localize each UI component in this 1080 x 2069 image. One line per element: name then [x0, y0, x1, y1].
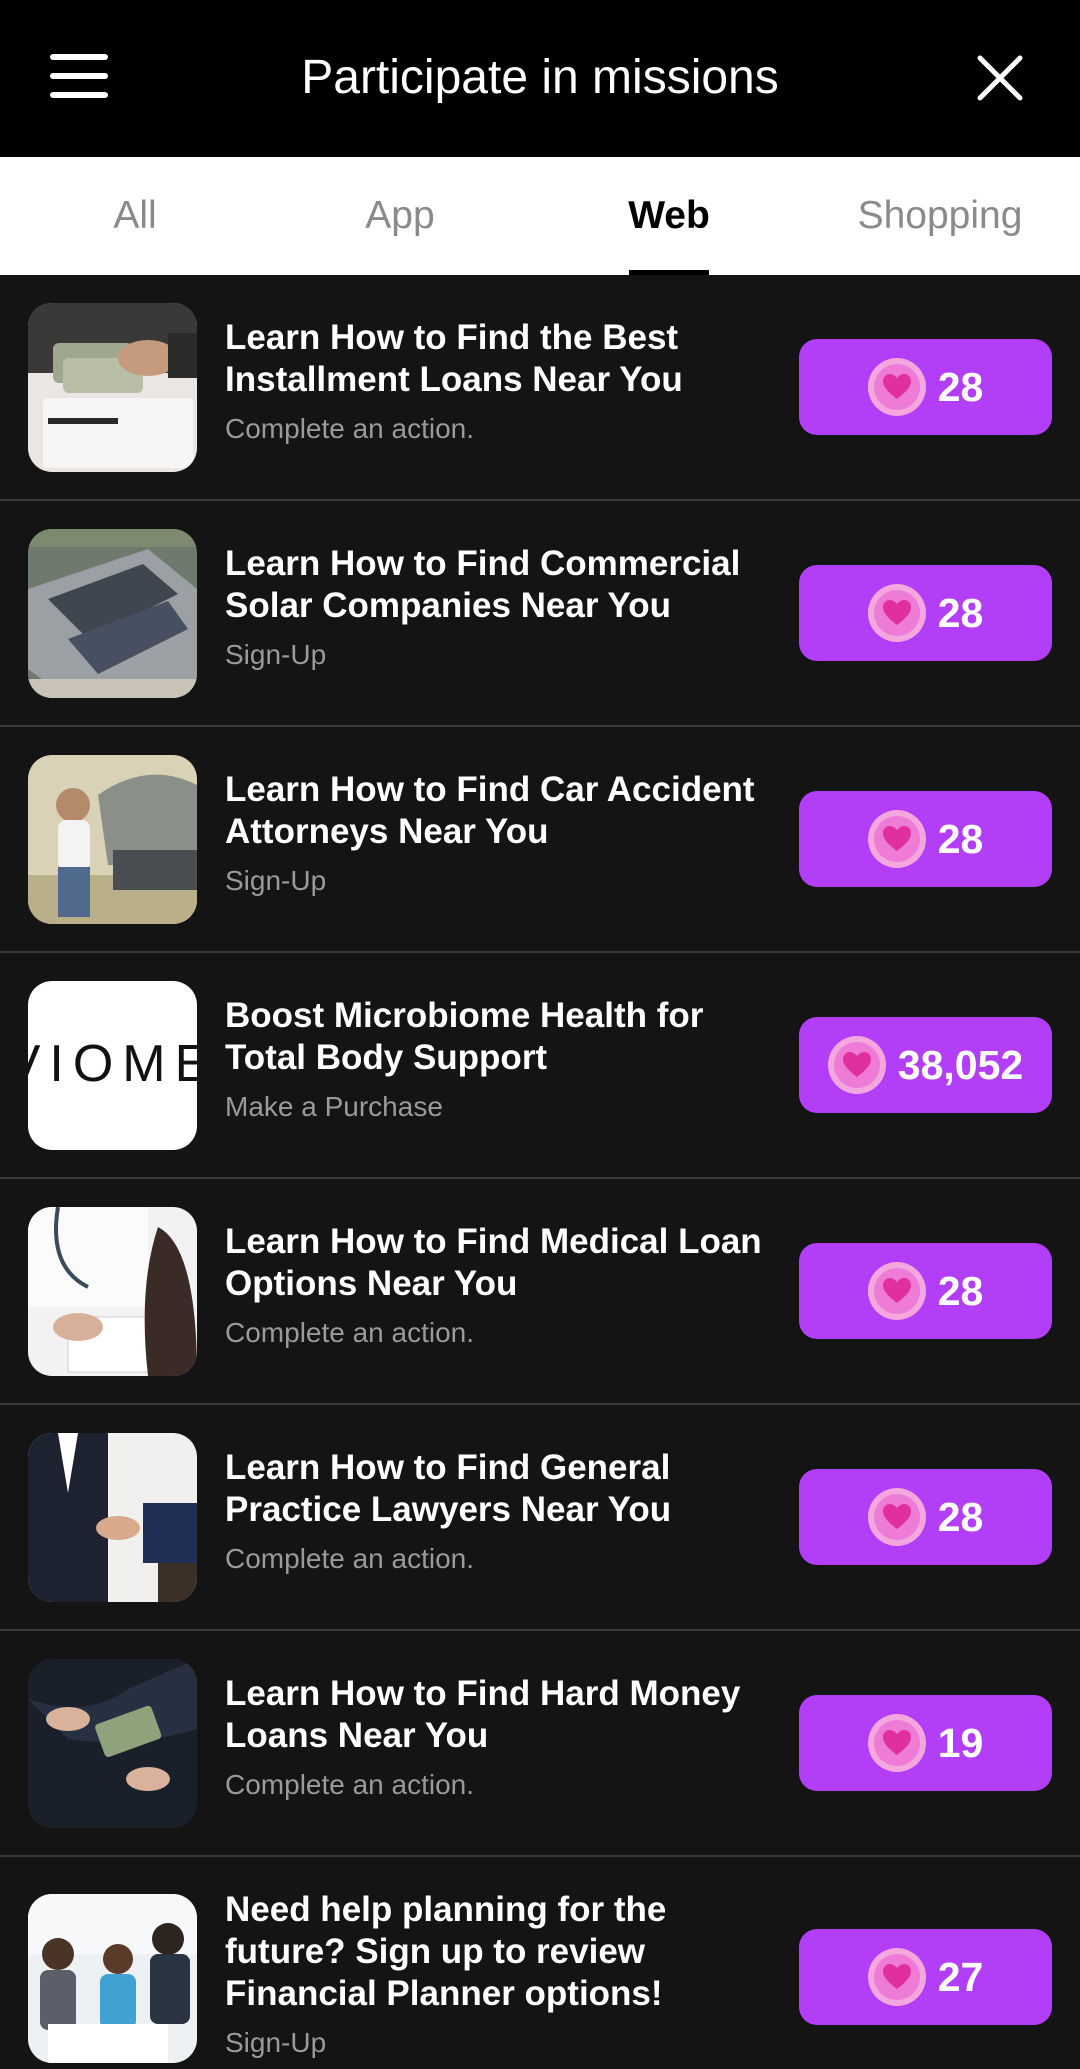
mission-title: Learn How to Find Car Accident Attorneys… [225, 770, 755, 851]
top-bar: Participate in missions [0, 0, 1080, 157]
heart-coin-icon [867, 810, 926, 868]
reward-amount: 28 [937, 589, 984, 636]
mission-item[interactable]: VIOME Boost Microbiome Health for Total … [0, 953, 1080, 1179]
mission-list: Learn How to Find the Best Installment L… [0, 275, 1080, 2069]
mission-title: Learn How to Find General Practice Lawye… [225, 1448, 672, 1529]
mission-thumbnail [28, 303, 197, 472]
mission-action-type: Complete an action. [225, 1543, 475, 1574]
reward-amount: 38,052 [897, 1041, 1024, 1088]
mission-thumbnail [28, 755, 197, 924]
reward-button[interactable]: 28 [799, 565, 1052, 661]
mission-action-type: Complete an action. [225, 413, 475, 444]
tab-web[interactable]: Web [574, 157, 764, 275]
reward-amount: 28 [937, 815, 984, 862]
mission-item[interactable]: Learn How to Find Commercial Solar Compa… [0, 501, 1080, 727]
mission-thumbnail [28, 1659, 197, 1828]
reward-button[interactable]: 28 [799, 339, 1052, 435]
reward-amount: 19 [937, 1719, 984, 1766]
reward-button[interactable]: 28 [799, 1469, 1052, 1565]
reward-button[interactable]: 28 [799, 1243, 1052, 1339]
mission-thumbnail [28, 529, 197, 698]
reward-amount: 28 [937, 363, 984, 410]
reward-button[interactable]: 28 [799, 791, 1052, 887]
mission-thumbnail [28, 1207, 197, 1376]
mission-title: Boost Microbiome Health for Total Body S… [225, 996, 704, 1077]
reward-button[interactable]: 19 [799, 1695, 1052, 1791]
mission-item[interactable]: Learn How to Find Hard Money Loans Near … [0, 1631, 1080, 1857]
category-tabs: All App Web Shopping [0, 157, 1080, 275]
tab-app[interactable]: App [305, 157, 495, 275]
heart-coin-icon [867, 1262, 926, 1320]
close-icon[interactable] [976, 54, 1024, 102]
mission-title: Learn How to Find Commercial Solar Compa… [225, 544, 741, 625]
mission-item[interactable]: Learn How to Find the Best Installment L… [0, 275, 1080, 501]
heart-coin-icon [827, 1036, 886, 1094]
mission-item[interactable]: Learn How to Find General Practice Lawye… [0, 1405, 1080, 1631]
reward-button[interactable]: 27 [799, 1929, 1052, 2025]
tab-all[interactable]: All [40, 157, 230, 275]
heart-coin-icon [867, 1714, 926, 1772]
mission-item[interactable]: Learn How to Find Medical Loan Options N… [0, 1179, 1080, 1405]
mission-action-type: Sign-Up [225, 2027, 327, 2058]
mission-title: Learn How to Find the Best Installment L… [225, 318, 683, 399]
mission-action-type: Complete an action. [225, 1317, 475, 1348]
hamburger-menu-icon[interactable] [50, 54, 108, 98]
heart-coin-icon [867, 584, 926, 642]
mission-action-type: Complete an action. [225, 1769, 475, 1800]
mission-action-type: Make a Purchase [225, 1091, 443, 1122]
heart-coin-icon [867, 1948, 926, 2006]
page-title: Participate in missions [301, 51, 779, 104]
mission-action-type: Sign-Up [225, 639, 327, 670]
svg-text:VIOME: VIOME [28, 1035, 197, 1093]
reward-amount: 27 [937, 1953, 984, 2000]
heart-coin-icon [867, 358, 926, 416]
mission-thumbnail [28, 1433, 197, 1602]
mission-title: Learn How to Find Hard Money Loans Near … [225, 1674, 741, 1755]
mission-thumbnail [28, 1894, 197, 2063]
reward-button[interactable]: 38,052 [799, 1017, 1052, 1113]
mission-action-type: Sign-Up [225, 865, 327, 896]
mission-item[interactable]: Learn How to Find Car Accident Attorneys… [0, 727, 1080, 953]
reward-amount: 28 [937, 1493, 984, 1540]
reward-amount: 28 [937, 1267, 984, 1314]
mission-title: Learn How to Find Medical Loan Options N… [225, 1222, 762, 1303]
heart-coin-icon [867, 1488, 926, 1546]
tab-shopping[interactable]: Shopping [825, 157, 1055, 275]
mission-title: Need help planning for the future? Sign … [225, 1890, 667, 2013]
mission-item[interactable]: Need help planning for the future? Sign … [0, 1857, 1080, 2069]
viome-logo: VIOME [28, 981, 197, 1150]
